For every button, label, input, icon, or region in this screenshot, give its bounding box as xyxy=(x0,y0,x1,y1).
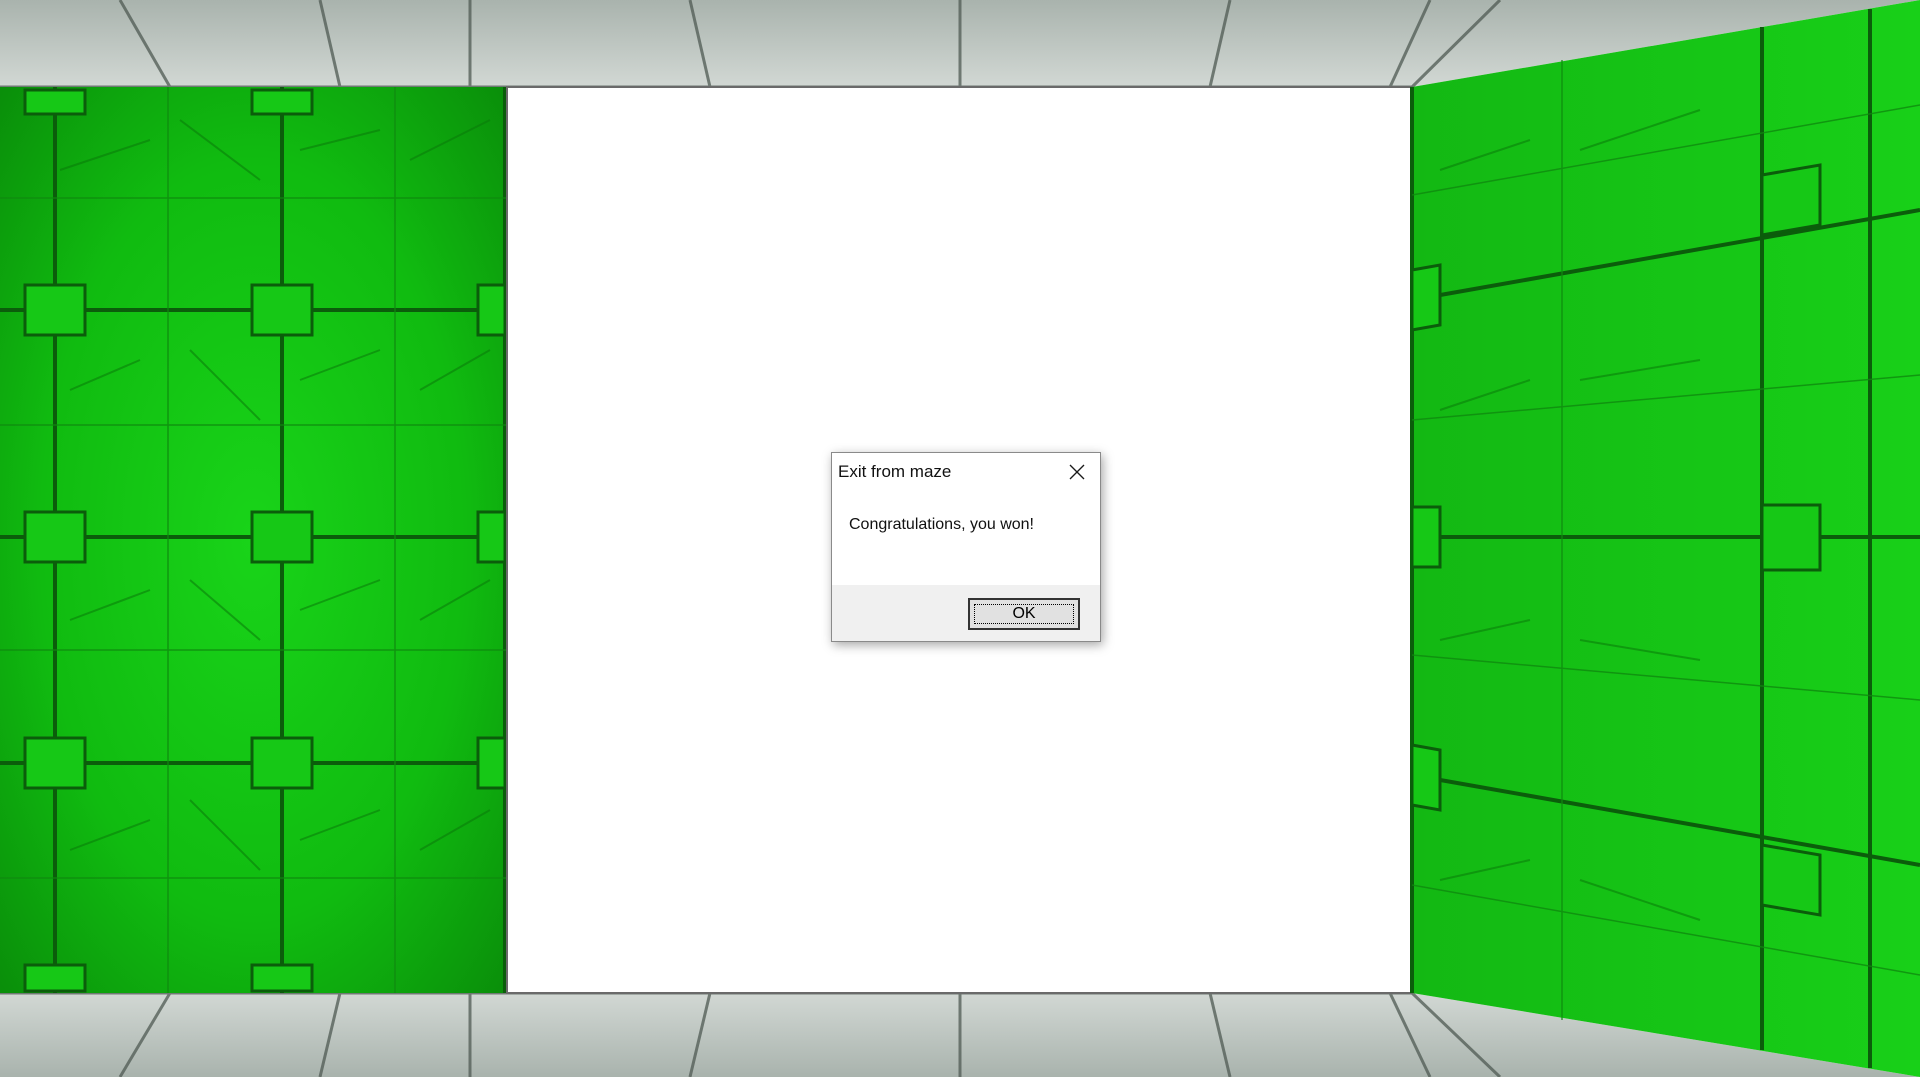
close-icon xyxy=(1069,464,1085,480)
dialog-title: Exit from maze xyxy=(838,462,952,481)
close-button[interactable] xyxy=(1054,453,1100,491)
dialog-message: Congratulations, you won! xyxy=(849,516,1034,533)
message-dialog: Exit from maze Congratulations, you won!… xyxy=(831,452,1101,642)
dialog-footer: OK xyxy=(832,585,1100,641)
dialog-titlebar[interactable]: Exit from maze xyxy=(832,453,1100,491)
ok-button-label: OK xyxy=(974,604,1074,624)
dialog-body: Congratulations, you won! xyxy=(832,491,1100,585)
ok-button[interactable]: OK xyxy=(968,598,1080,630)
